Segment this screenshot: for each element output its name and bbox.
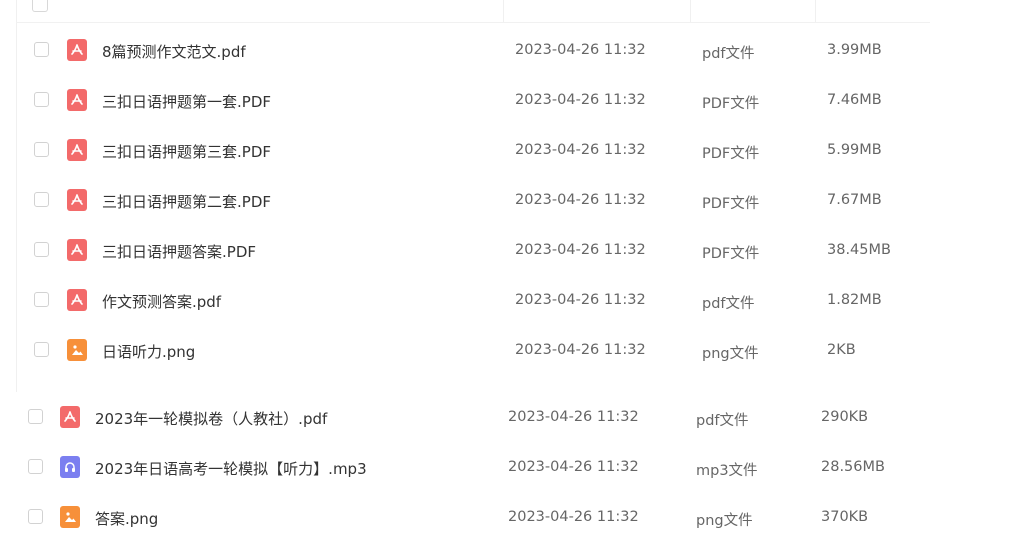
file-date: 2023-04-26 11:32 xyxy=(515,292,646,308)
column-divider-size xyxy=(815,0,816,22)
file-size: 1.82MB xyxy=(827,292,882,308)
file-date: 2023-04-26 11:32 xyxy=(508,409,639,425)
file-size: 7.67MB xyxy=(827,192,882,208)
header-divider xyxy=(16,22,930,23)
file-size: 28.56MB xyxy=(821,459,885,475)
column-divider-type xyxy=(690,0,691,22)
file-name[interactable]: 三扣日语押题第三套.PDF xyxy=(102,141,271,162)
file-size: 370KB xyxy=(821,509,869,525)
file-type: pdf文件 xyxy=(702,296,755,312)
file-size: 5.99MB xyxy=(827,142,882,158)
file-date: 2023-04-26 11:32 xyxy=(515,142,646,158)
file-size: 290KB xyxy=(821,409,869,425)
column-divider-date xyxy=(503,0,504,22)
row-checkbox[interactable] xyxy=(34,292,49,307)
file-date: 2023-04-26 11:32 xyxy=(508,509,639,525)
file-type: png文件 xyxy=(702,346,759,362)
expanded-folder-panel: 8篇预测作文范文.pdf 2023-04-26 11:32 pdf文件 3.99… xyxy=(0,0,930,392)
row-checkbox[interactable] xyxy=(28,409,43,424)
file-name[interactable]: 三扣日语押题第二套.PDF xyxy=(102,191,271,212)
file-name[interactable]: 答案.png xyxy=(95,508,158,529)
panel-left-border xyxy=(16,0,17,392)
pdf-icon xyxy=(67,89,87,111)
file-type: PDF文件 xyxy=(702,146,760,162)
row-checkbox[interactable] xyxy=(28,459,43,474)
file-date: 2023-04-26 11:32 xyxy=(515,342,646,358)
file-type: PDF文件 xyxy=(702,196,760,212)
row-checkbox[interactable] xyxy=(34,92,49,107)
pdf-icon xyxy=(67,139,87,161)
partial-checkbox[interactable] xyxy=(32,0,48,12)
row-checkbox[interactable] xyxy=(34,42,49,57)
file-size: 7.46MB xyxy=(827,92,882,108)
file-type: png文件 xyxy=(696,513,753,529)
file-name[interactable]: 日语听力.png xyxy=(102,341,195,362)
file-date: 2023-04-26 11:32 xyxy=(515,42,646,58)
file-size: 38.45MB xyxy=(827,242,891,258)
file-size: 2KB xyxy=(827,342,856,358)
pdf-icon xyxy=(67,289,87,311)
file-type: mp3文件 xyxy=(696,463,758,479)
file-name[interactable]: 三扣日语押题答案.PDF xyxy=(102,241,256,262)
file-size: 3.99MB xyxy=(827,42,882,58)
file-date: 2023-04-26 11:32 xyxy=(515,92,646,108)
row-checkbox[interactable] xyxy=(34,242,49,257)
file-name[interactable]: 8篇预测作文范文.pdf xyxy=(102,41,246,62)
image-icon xyxy=(67,339,87,361)
file-date: 2023-04-26 11:32 xyxy=(508,459,639,475)
row-checkbox[interactable] xyxy=(34,342,49,357)
row-checkbox[interactable] xyxy=(34,192,49,207)
pdf-icon xyxy=(60,406,80,428)
file-name[interactable]: 作文预测答案.pdf xyxy=(102,291,221,312)
pdf-icon xyxy=(67,189,87,211)
file-type: PDF文件 xyxy=(702,246,760,262)
pdf-icon xyxy=(67,239,87,261)
image-icon xyxy=(60,506,80,528)
file-name[interactable]: 2023年一轮模拟卷（人教社）.pdf xyxy=(95,408,327,429)
audio-icon xyxy=(60,456,80,478)
row-checkbox[interactable] xyxy=(28,509,43,524)
file-type: pdf文件 xyxy=(702,46,755,62)
row-checkbox[interactable] xyxy=(34,142,49,157)
file-type: PDF文件 xyxy=(702,96,760,112)
file-name[interactable]: 三扣日语押题第一套.PDF xyxy=(102,91,271,112)
file-name[interactable]: 2023年日语高考一轮模拟【听力】.mp3 xyxy=(95,458,367,479)
file-date: 2023-04-26 11:32 xyxy=(515,192,646,208)
pdf-icon xyxy=(67,39,87,61)
file-type: pdf文件 xyxy=(696,413,749,429)
file-date: 2023-04-26 11:32 xyxy=(515,242,646,258)
